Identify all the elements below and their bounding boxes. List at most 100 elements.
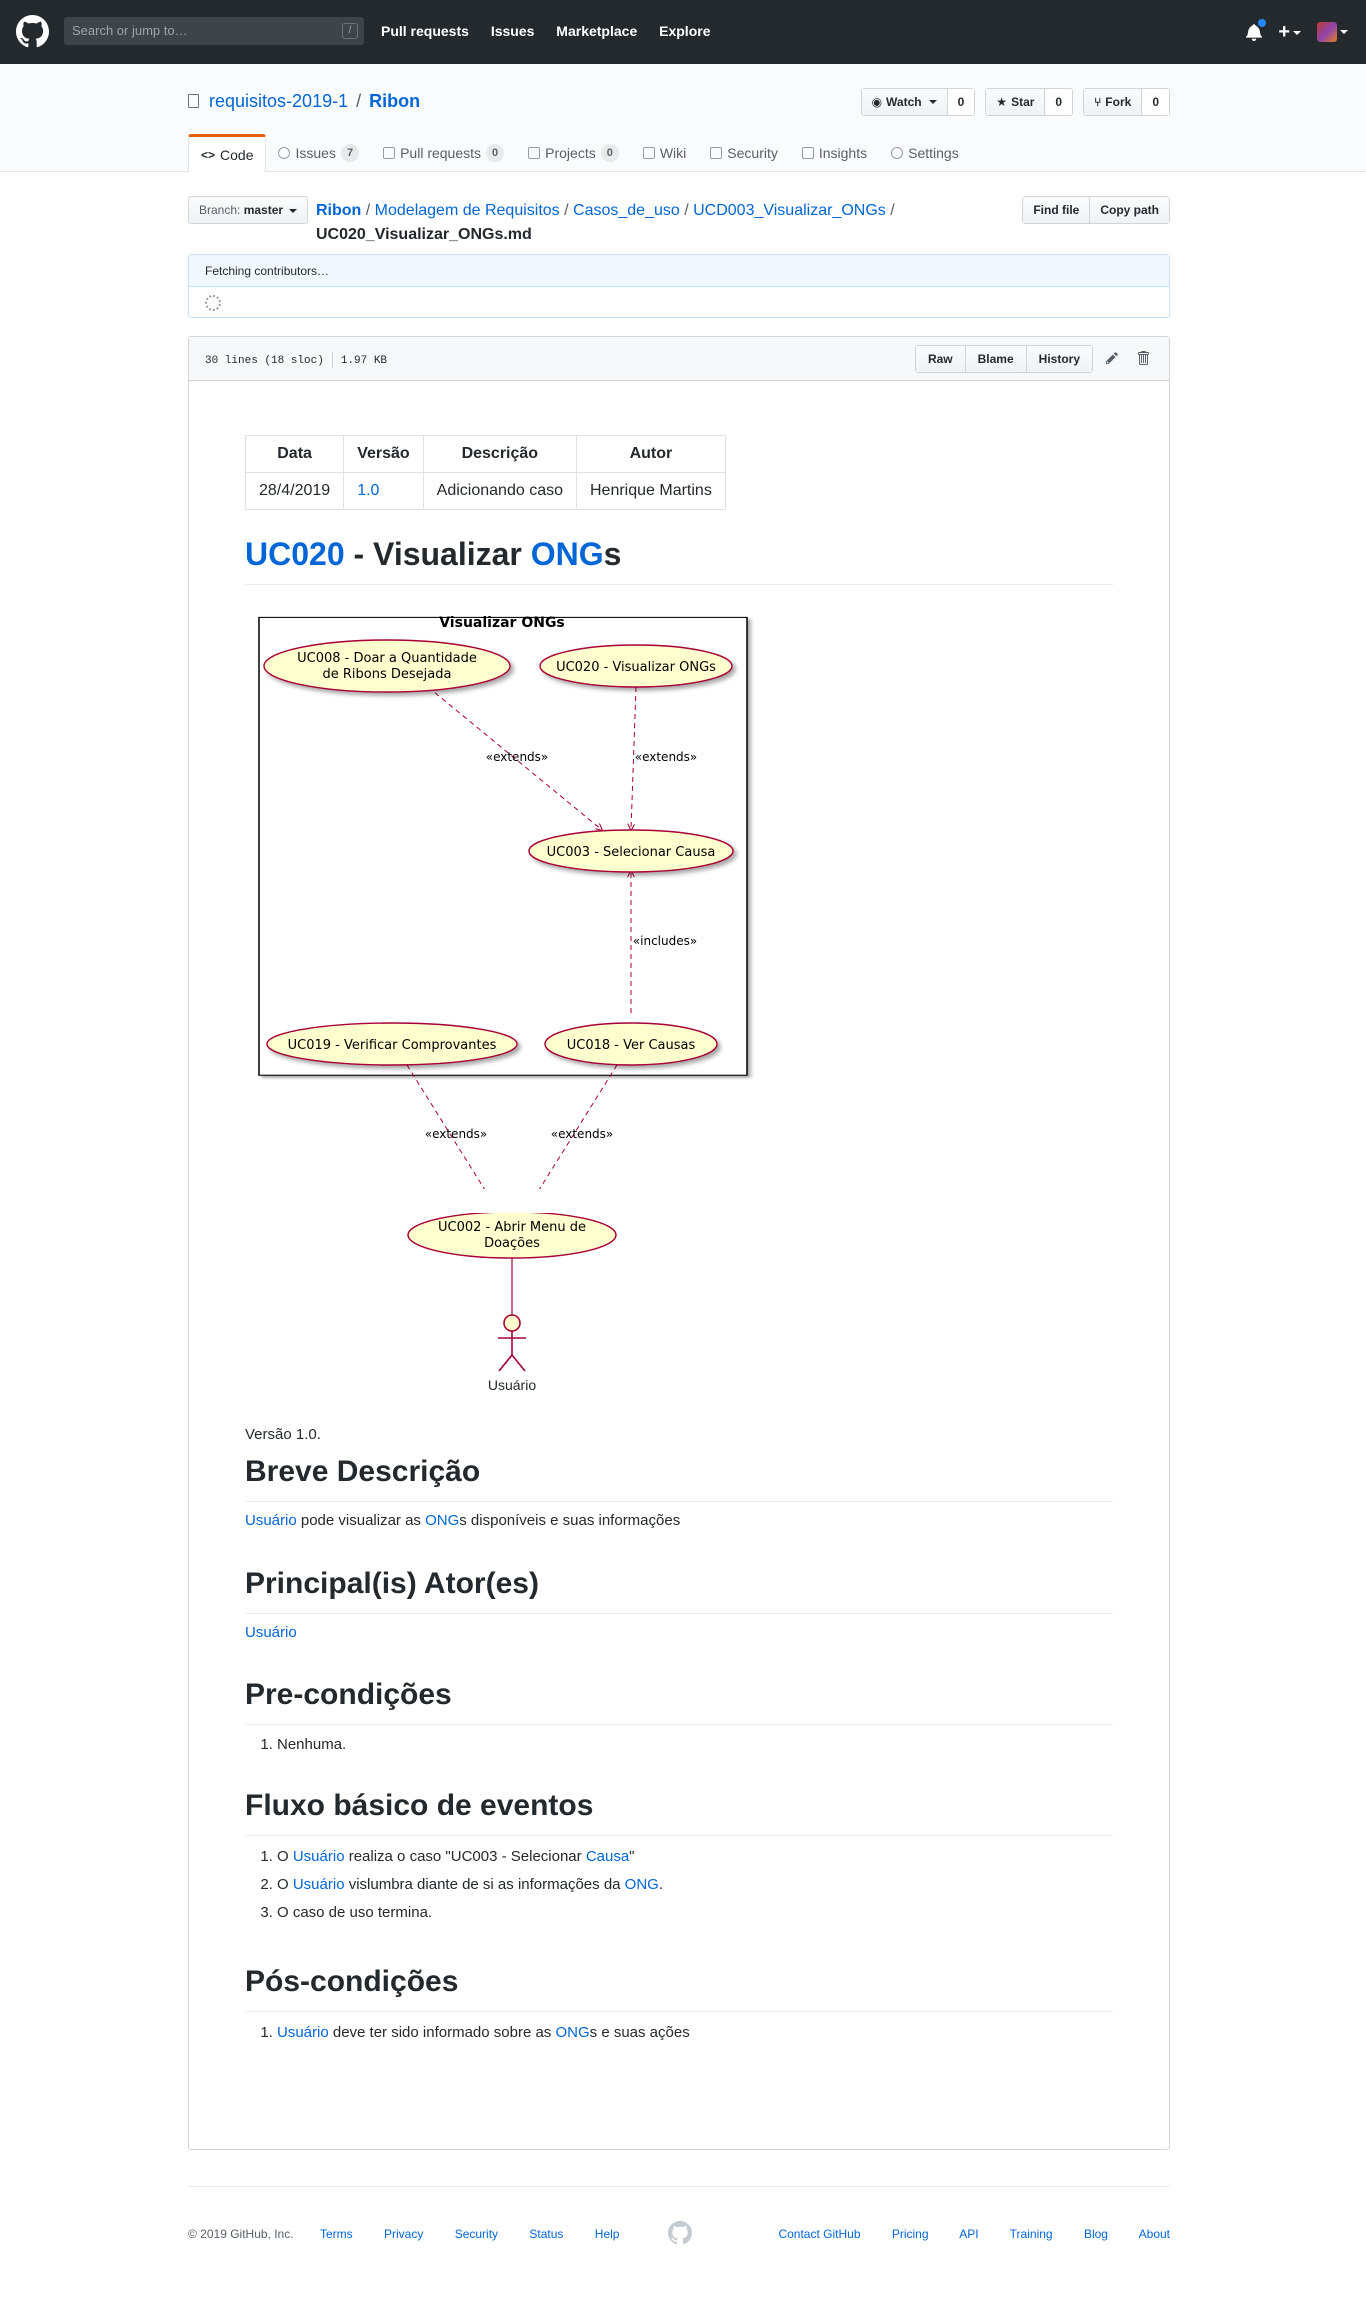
trash-icon[interactable] — [1137, 350, 1149, 366]
text-run: vislumbra diante de si as informações da — [344, 1876, 625, 1893]
watch-count[interactable]: 0 — [947, 89, 975, 115]
pos-list: Usuário deve ter sido informado sobre as… — [245, 2019, 1113, 2047]
gear-icon — [891, 147, 904, 159]
breadcrumb-root[interactable]: Ribon — [316, 202, 361, 219]
text-run: " — [629, 1848, 635, 1865]
star-button[interactable]: ★ Star 0 — [985, 88, 1074, 116]
actor-usuario — [498, 1314, 526, 1372]
fork-count[interactable]: 0 — [1142, 89, 1169, 115]
usecase-label: Doações — [484, 1236, 540, 1251]
footer-link-blog[interactable]: Blog — [1084, 2227, 1108, 2241]
nav-pull-requests[interactable]: Pull requests — [381, 23, 469, 39]
loading-spinner-icon — [205, 295, 221, 311]
user-menu[interactable] — [1317, 22, 1348, 42]
tab-count: 0 — [600, 144, 619, 162]
github-logo-icon[interactable] — [16, 15, 49, 48]
link-usuario[interactable]: Usuário — [293, 1876, 345, 1893]
footer-link-security[interactable]: Security — [455, 2227, 498, 2241]
file-nav-buttons: Find file Copy path — [1022, 196, 1170, 224]
search-placeholder: Search or jump to… — [72, 23, 188, 38]
chevron-down-icon — [1340, 30, 1348, 34]
notifications-bell-icon[interactable] — [1246, 19, 1267, 41]
title-text: - Visualizar — [344, 536, 531, 572]
footer-link-pricing[interactable]: Pricing — [892, 2227, 929, 2241]
link-usuario[interactable]: Usuário — [277, 2024, 329, 2041]
link-usuario[interactable]: Usuário — [245, 1512, 297, 1529]
graph-icon — [801, 147, 814, 159]
fork-button[interactable]: ⑂ Fork 0 — [1083, 88, 1170, 116]
title-link-ong[interactable]: ONG — [531, 536, 604, 572]
fork-icon: ⑂ — [1094, 95, 1102, 109]
watch-button[interactable]: ◉ Watch 0 — [860, 88, 976, 116]
footer-link-help[interactable]: Help — [595, 2227, 620, 2241]
footer: © 2019 GitHub, Inc. Terms Privacy Securi… — [188, 2186, 1170, 2266]
repo-name-link[interactable]: Ribon — [369, 91, 420, 111]
nav-marketplace[interactable]: Marketplace — [556, 23, 637, 39]
tab-settings[interactable]: Settings — [879, 134, 971, 172]
footer-link-api[interactable]: API — [959, 2227, 978, 2241]
link-ong[interactable]: ONG — [625, 1876, 659, 1893]
raw-button[interactable]: Raw — [915, 346, 965, 372]
usecase-label: UC002 - Abrir Menu de — [438, 1220, 586, 1235]
nav-issues[interactable]: Issues — [491, 23, 535, 39]
repo-actions: ◉ Watch 0 ★ Star 0 ⑂ Fork 0 — [860, 88, 1170, 116]
link-ong[interactable]: ONG — [555, 2024, 589, 2041]
file-size: 1.97 KB — [340, 354, 388, 367]
pull-request-icon — [383, 147, 396, 159]
file-actions: Raw Blame History — [914, 345, 1093, 373]
search-input[interactable]: Search or jump to… / — [64, 17, 364, 45]
blame-button[interactable]: Blame — [964, 346, 1026, 372]
tab-security[interactable]: Security — [698, 134, 790, 172]
boundary-label: Visualizar ONGs — [439, 615, 565, 631]
breadcrumb-part[interactable]: Casos_de_uso — [573, 202, 680, 219]
extends-label: «extends» — [486, 750, 549, 764]
tab-code[interactable]: <> Code — [188, 134, 267, 172]
footer-link-privacy[interactable]: Privacy — [384, 2227, 423, 2241]
tab-issues[interactable]: Issues 7 — [266, 134, 371, 172]
nav-explore[interactable]: Explore — [659, 23, 710, 39]
link-ong[interactable]: ONG — [425, 1512, 459, 1529]
project-icon — [528, 147, 541, 159]
tab-projects[interactable]: Projects 0 — [516, 134, 631, 172]
version-link[interactable]: 1.0 — [357, 482, 379, 499]
table-header: Versão — [343, 435, 424, 473]
repo-header: requisitos-2019-1 / Ribon ◉ Watch 0 ★ Star… — [0, 64, 1366, 172]
footer-link-terms[interactable]: Terms — [320, 2227, 353, 2241]
footer-link-about[interactable]: About — [1139, 2227, 1170, 2241]
github-mark-icon[interactable] — [668, 2221, 692, 2245]
title-link-uc020[interactable]: UC020 — [245, 536, 345, 572]
pencil-icon[interactable] — [1105, 351, 1119, 365]
create-new-dropdown[interactable]: + — [1278, 22, 1301, 43]
file-info: 30 lines (18 sloc) 1.97 KB — [205, 352, 387, 368]
footer-link-training[interactable]: Training — [1010, 2227, 1053, 2241]
chevron-down-icon — [1293, 31, 1301, 36]
footer-link-contact[interactable]: Contact GitHub — [778, 2227, 860, 2241]
tab-pull-requests[interactable]: Pull requests 0 — [371, 134, 516, 172]
breadcrumb-part[interactable]: UCD003_Visualizar_ONGs — [693, 202, 886, 219]
history-button[interactable]: History — [1025, 346, 1092, 372]
footer-copyright: © 2019 GitHub, Inc. — [188, 2227, 294, 2241]
extends-label: «extends» — [635, 750, 698, 764]
copy-path-button[interactable]: Copy path — [1089, 197, 1169, 223]
tab-label: Insights — [818, 145, 868, 161]
star-label: Star — [1011, 95, 1035, 109]
repo-icon — [188, 94, 199, 108]
link-usuario[interactable]: Usuário — [245, 1624, 297, 1641]
tab-wiki[interactable]: Wiki — [631, 134, 698, 172]
tab-insights[interactable]: Insights — [790, 134, 879, 172]
table-cell: Adicionando caso — [422, 472, 577, 510]
footer-links-left: Terms Privacy Security Status Help — [320, 2227, 647, 2241]
table-cell: 28/4/2019 — [244, 472, 345, 510]
repo-owner-link[interactable]: requisitos-2019-1 — [209, 91, 348, 111]
shield-icon — [710, 147, 723, 159]
footer-link-status[interactable]: Status — [529, 2227, 563, 2241]
branch-select-button[interactable]: Branch: master — [188, 196, 309, 224]
contributors-box: Fetching contributors… — [188, 254, 1170, 318]
breadcrumb-part[interactable]: Modelagem de Requisitos — [375, 202, 560, 219]
link-causa[interactable]: Causa — [586, 1848, 629, 1865]
star-count[interactable]: 0 — [1045, 89, 1073, 115]
tab-label: Code — [220, 146, 254, 163]
link-usuario[interactable]: Usuário — [293, 1848, 345, 1865]
tab-label: Security — [727, 145, 778, 161]
find-file-button[interactable]: Find file — [1023, 197, 1090, 223]
